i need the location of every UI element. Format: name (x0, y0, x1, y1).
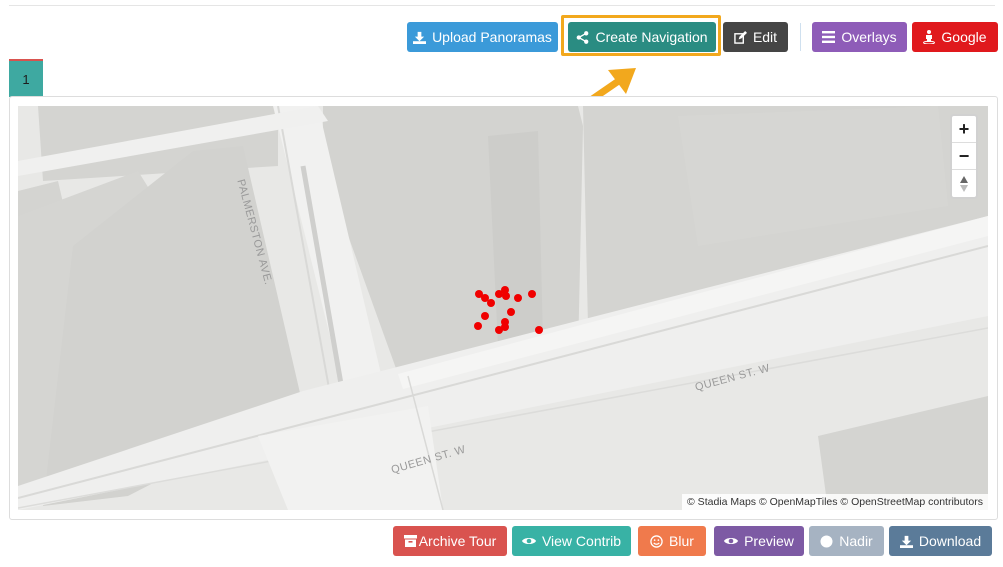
panorama-marker[interactable] (474, 322, 482, 330)
panorama-marker[interactable] (514, 294, 522, 302)
upload-panoramas-button[interactable]: Upload Panoramas (407, 22, 558, 52)
blur-label: Blur (669, 533, 694, 549)
panorama-marker[interactable] (502, 292, 510, 300)
tab-1[interactable]: 1 (9, 59, 43, 97)
nadir-button[interactable]: Nadir (809, 526, 884, 556)
tab-1-label: 1 (22, 71, 30, 87)
download-icon (899, 535, 913, 548)
create-navigation-button[interactable]: Create Navigation (568, 22, 716, 52)
smile-icon (650, 534, 663, 548)
circle-icon (820, 535, 833, 547)
edit-label: Edit (752, 29, 778, 45)
compass-button[interactable] (952, 170, 976, 197)
eye-icon (521, 538, 536, 544)
street-view-icon (923, 30, 936, 44)
edit-icon (734, 30, 747, 44)
google-label: Google (941, 29, 987, 45)
zoom-control: + − (950, 114, 978, 199)
panorama-marker[interactable] (528, 290, 536, 298)
preview-label: Preview (744, 533, 794, 549)
zoom-in-button[interactable]: + (952, 116, 976, 143)
archive-tour-label: Archive Tour (418, 533, 497, 549)
panorama-marker[interactable] (481, 312, 489, 320)
archive-icon (403, 535, 417, 547)
download-label: Download (918, 533, 982, 549)
toolbar-divider (800, 23, 801, 51)
share-icon (577, 30, 589, 44)
overlays-label: Overlays (841, 29, 897, 45)
overlays-button[interactable]: Overlays (812, 22, 907, 52)
panorama-marker[interactable] (507, 308, 515, 316)
view-contrib-label: View Contrib (541, 533, 622, 549)
zoom-out-button[interactable]: − (952, 143, 976, 170)
view-contrib-button[interactable]: View Contrib (512, 526, 631, 556)
top-divider (9, 5, 995, 6)
eye-icon (724, 538, 739, 544)
panorama-marker[interactable] (535, 326, 543, 334)
map-view[interactable]: PALMERSTON AVE. QUEEN ST. W QUEEN ST. W … (18, 106, 988, 510)
edit-button[interactable]: Edit (723, 22, 788, 52)
panorama-marker[interactable] (487, 299, 495, 307)
map-attribution[interactable]: © Stadia Maps © OpenMapTiles © OpenStree… (682, 494, 988, 510)
create-navigation-label: Create Navigation (595, 29, 708, 45)
blur-button[interactable]: Blur (638, 526, 706, 556)
google-button[interactable]: Google (912, 22, 998, 52)
compass-icon (960, 175, 968, 192)
list-icon (822, 31, 836, 43)
download-icon (413, 31, 427, 44)
download-button[interactable]: Download (889, 526, 992, 556)
nadir-label: Nadir (839, 533, 873, 549)
panorama-marker[interactable] (501, 323, 509, 331)
archive-tour-button[interactable]: Archive Tour (393, 526, 507, 556)
upload-panoramas-label: Upload Panoramas (432, 29, 552, 45)
preview-button[interactable]: Preview (714, 526, 804, 556)
map-tiles (18, 106, 988, 510)
